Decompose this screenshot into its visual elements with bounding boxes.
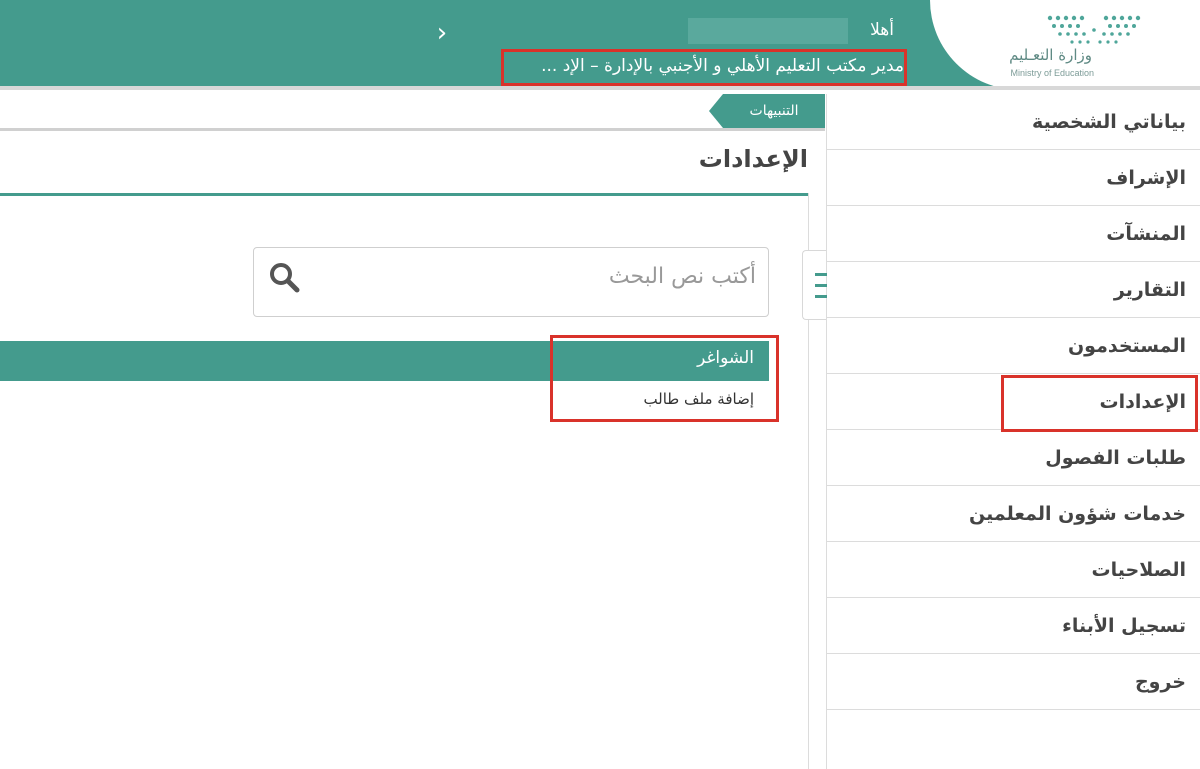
top-header: وزارة التعـليم Ministry of Education › أ…	[0, 0, 1200, 90]
role-highlight-box	[501, 49, 907, 86]
sidebar-item-personal-data[interactable]: بياناتي الشخصية	[826, 94, 1200, 150]
sidebar-item-users[interactable]: المستخدمون	[826, 318, 1200, 374]
search-placeholder: أكتب نص البحث	[608, 264, 756, 289]
sidebar-item-reports[interactable]: التقارير	[826, 262, 1200, 318]
hamburger-icon	[815, 273, 827, 276]
sidebar-item-supervision[interactable]: الإشراف	[826, 150, 1200, 206]
vacancies-highlight-box	[550, 335, 779, 422]
logo-text-ar: وزارة التعـليم	[1009, 46, 1092, 64]
hamburger-icon-bar	[815, 295, 827, 298]
notifications-tab-arrow	[709, 94, 723, 128]
title-underline	[0, 193, 808, 196]
sidebar-item-permissions[interactable]: الصلاحيات	[826, 542, 1200, 598]
sidebar-item-facilities[interactable]: المنشآت	[826, 206, 1200, 262]
page-title: الإعدادات	[698, 145, 808, 173]
search-input[interactable]: أكتب نص البحث	[253, 247, 769, 317]
notifications-divider	[0, 128, 825, 131]
hamburger-icon-bar	[815, 284, 827, 287]
sidebar-item-logout[interactable]: خروج	[826, 654, 1200, 710]
sidebar-item-teacher-services[interactable]: خدمات شؤون المعلمين	[826, 486, 1200, 542]
logo-text-en: Ministry of Education	[1010, 68, 1094, 78]
chevron-right-icon[interactable]: ›	[432, 20, 452, 46]
settings-highlight-box	[1001, 375, 1198, 432]
ministry-logo[interactable]: وزارة التعـليم Ministry of Education	[930, 0, 1200, 90]
logo-dots-icon	[1047, 15, 1141, 44]
search-icon[interactable]	[266, 260, 302, 296]
sidebar-item-class-requests[interactable]: طلبات الفصول	[826, 430, 1200, 486]
sidebar-item-children-registration[interactable]: تسجيل الأبناء	[826, 598, 1200, 654]
menu-toggle-button[interactable]	[802, 250, 827, 320]
user-name-redacted	[688, 18, 848, 44]
header-divider	[0, 86, 1200, 90]
greeting-text: أهلا	[870, 20, 894, 40]
notifications-tab[interactable]: التنبيهات	[723, 94, 825, 128]
